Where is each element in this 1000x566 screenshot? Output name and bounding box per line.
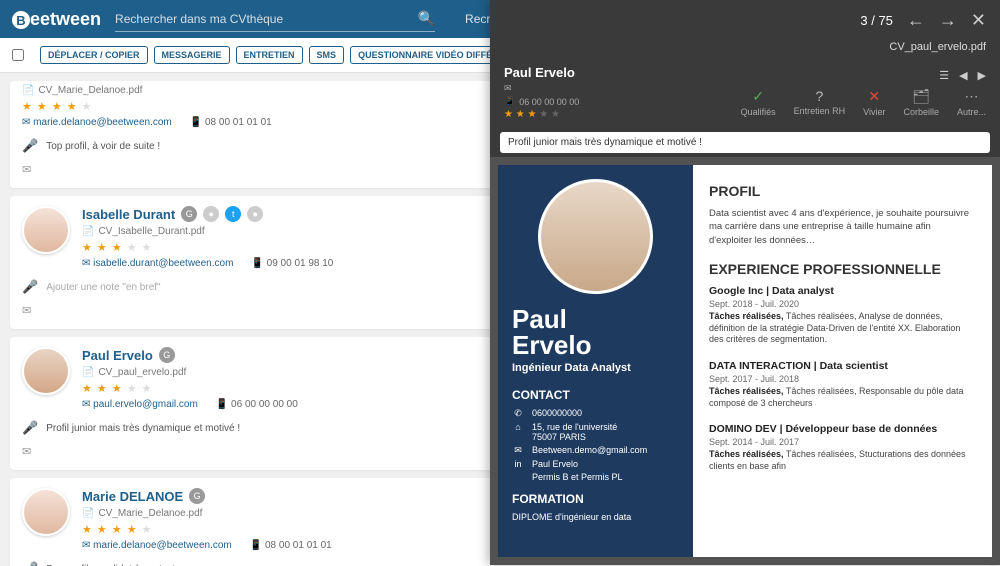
chip-move[interactable]: DÉPLACER / COPIER bbox=[40, 46, 148, 64]
chip-sms[interactable]: SMS bbox=[309, 46, 345, 64]
action-interview[interactable]: ?Entretien RH bbox=[794, 88, 846, 117]
mic-icon[interactable]: 🎤 bbox=[22, 561, 38, 566]
avatar bbox=[22, 347, 70, 395]
action-more[interactable]: ⋯Autre... bbox=[957, 88, 986, 117]
social-icon[interactable]: ● bbox=[247, 206, 263, 222]
email-link[interactable]: ✉ isabelle.durant@beetween.com bbox=[82, 258, 233, 269]
action-pool[interactable]: ✕Vivier bbox=[863, 88, 885, 117]
email-link[interactable]: ✉ marie.delanoe@beetween.com bbox=[22, 117, 172, 128]
counter: 3 / 75 bbox=[860, 13, 893, 28]
social-icon[interactable]: ● bbox=[203, 206, 219, 222]
select-all-checkbox[interactable] bbox=[12, 49, 24, 61]
next-icon[interactable]: → bbox=[939, 10, 957, 31]
avatar bbox=[22, 488, 70, 536]
logo: Beetween bbox=[12, 9, 101, 30]
candidate-name[interactable]: Isabelle Durant bbox=[82, 207, 175, 222]
close-icon[interactable]: ✕ bbox=[971, 10, 986, 31]
search-input[interactable] bbox=[115, 12, 418, 26]
candidate-name[interactable]: Paul Ervelo bbox=[82, 348, 153, 363]
envelope-icon[interactable]: ✉ bbox=[22, 446, 31, 458]
envelope-icon[interactable]: ✉ bbox=[22, 305, 31, 317]
prev-icon[interactable]: ← bbox=[907, 10, 925, 31]
cv-photo bbox=[538, 179, 653, 294]
mic-icon[interactable]: 🎤 bbox=[22, 279, 38, 295]
email-link[interactable]: ✉ paul.ervelo@gmail.com bbox=[82, 399, 198, 410]
cv-viewer[interactable]: Paul Ervelo Ingénieur Data Analyst CONTA… bbox=[490, 157, 1000, 565]
detail-panel: 3 / 75 ← → ✕ CV_paul_ervelo.pdf Paul Erv… bbox=[490, 0, 1000, 565]
google-icon[interactable]: G bbox=[159, 347, 175, 363]
avatar bbox=[22, 206, 70, 254]
search-box[interactable]: 🔍 bbox=[115, 6, 435, 32]
cv-page: Paul Ervelo Ingénieur Data Analyst CONTA… bbox=[498, 165, 992, 557]
search-icon[interactable]: 🔍 bbox=[418, 10, 435, 27]
panel-stars: ★ ★ ★ ★ ★ bbox=[504, 109, 579, 120]
list-view-icon[interactable]: ☰ bbox=[939, 69, 949, 82]
google-icon[interactable]: G bbox=[189, 488, 205, 504]
prev-page-icon[interactable]: ◀ bbox=[959, 69, 967, 82]
panel-candidate-name: Paul Ervelo bbox=[504, 65, 579, 80]
chip-interview[interactable]: ENTRETIEN bbox=[236, 46, 303, 64]
mic-icon[interactable]: 🎤 bbox=[22, 138, 38, 154]
email-link[interactable]: ✉ marie.delanoe@beetween.com bbox=[82, 540, 232, 551]
envelope-icon[interactable]: ✉ bbox=[22, 164, 31, 176]
action-qualified[interactable]: ✓Qualifiés bbox=[741, 88, 776, 117]
chip-video[interactable]: QUESTIONNAIRE VIDÉO DIFFÉRÉ bbox=[350, 46, 513, 64]
mic-icon[interactable]: 🎤 bbox=[22, 420, 38, 436]
panel-note[interactable]: Profil junior mais très dynamique et mot… bbox=[500, 132, 990, 153]
action-trash[interactable]: 🗂Corbeille bbox=[903, 88, 939, 117]
next-page-icon[interactable]: ▶ bbox=[978, 69, 986, 82]
chip-msg[interactable]: MESSAGERIE bbox=[154, 46, 230, 64]
phone: 📱 08 00 01 01 01 bbox=[190, 117, 272, 128]
filename: CV_paul_ervelo.pdf bbox=[504, 41, 986, 53]
twitter-icon[interactable]: t bbox=[225, 206, 241, 222]
google-icon[interactable]: G bbox=[181, 206, 197, 222]
candidate-name[interactable]: Marie DELANOE bbox=[82, 489, 183, 504]
